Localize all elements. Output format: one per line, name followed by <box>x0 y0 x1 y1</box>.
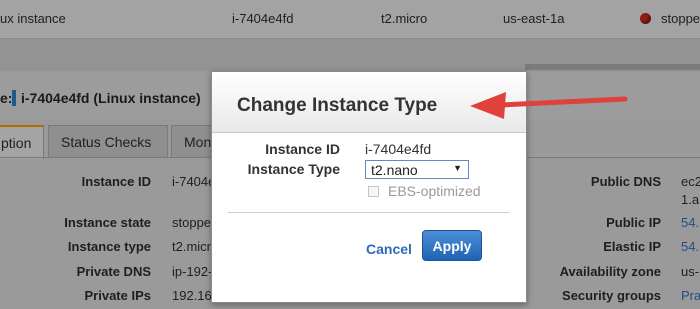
elastic-ip-label: Elastic IP <box>603 239 661 254</box>
detail-prefix: e: <box>0 90 13 106</box>
instance-id-label: Instance ID <box>81 174 151 189</box>
public-ip-value[interactable]: 54. <box>681 215 699 230</box>
instance-type-cell: t2.micro <box>381 11 428 26</box>
apply-button[interactable]: Apply <box>422 230 482 261</box>
ebs-optimized-label: EBS-optimized <box>388 183 481 199</box>
detail-title: i-7404e4fd (Linux instance) <box>21 90 201 106</box>
instance-type-selected-value: t2.nano <box>371 162 418 178</box>
public-ip-label: Public IP <box>606 215 661 230</box>
instance-id-field-value: i-7404e4fd <box>365 141 432 157</box>
availability-zone-cell: us-east-1a <box>503 11 565 26</box>
instance-type-select[interactable]: t2.nano ▼ <box>365 160 469 179</box>
public-dns-value: ec2 <box>681 174 700 189</box>
security-groups-label: Security groups <box>562 288 661 303</box>
private-ips-label: Private IPs <box>84 288 152 303</box>
stopped-status-icon <box>640 13 651 24</box>
public-dns-label: Public DNS <box>590 174 661 189</box>
red-arrow-icon <box>470 92 628 119</box>
elastic-ip-value[interactable]: 54. <box>681 239 699 254</box>
instance-state-label: Instance state <box>64 215 151 230</box>
instance-name-cell: ux instance <box>0 11 66 26</box>
dialog-divider <box>228 212 510 213</box>
private-dns-label: Private DNS <box>76 264 151 279</box>
ebs-optimized-checkbox[interactable] <box>368 186 379 197</box>
instance-type-value: t2.micr <box>172 239 211 254</box>
availability-zone-value: us- <box>681 264 700 279</box>
instance-row[interactable]: ux instance i-7404e4fd t2.micro us-east-… <box>0 0 700 39</box>
tab-status-checks[interactable]: Status Checks <box>48 125 168 158</box>
instance-state-cell: stoppe <box>661 11 700 26</box>
tab-label: Mon <box>184 134 212 150</box>
public-dns-value-2: 1.a <box>681 192 700 207</box>
instance-id-value: i-7404e <box>172 174 216 189</box>
instance-id-cell: i-7404e4fd <box>232 11 294 26</box>
private-dns-value: ip-192- <box>172 264 213 279</box>
instance-state-value: stoppe <box>172 215 212 230</box>
dropdown-caret-icon: ▼ <box>453 163 462 173</box>
cancel-button[interactable]: Cancel <box>366 241 412 257</box>
instance-id-field-label: Instance ID <box>265 141 340 157</box>
instance-marker-icon <box>12 90 16 106</box>
dialog-title: Change Instance Type <box>237 95 438 116</box>
security-groups-value[interactable]: Pra <box>681 288 700 303</box>
instance-type-field-label: Instance Type <box>247 161 340 177</box>
tab-label: Status Checks <box>61 134 152 150</box>
tab-description[interactable]: ption <box>0 125 44 159</box>
horizontal-scrollbar[interactable] <box>525 64 700 70</box>
instance-type-label: Instance type <box>67 239 151 254</box>
availability-zone-label: Availability zone <box>559 264 661 279</box>
tab-label: ption <box>1 135 32 151</box>
